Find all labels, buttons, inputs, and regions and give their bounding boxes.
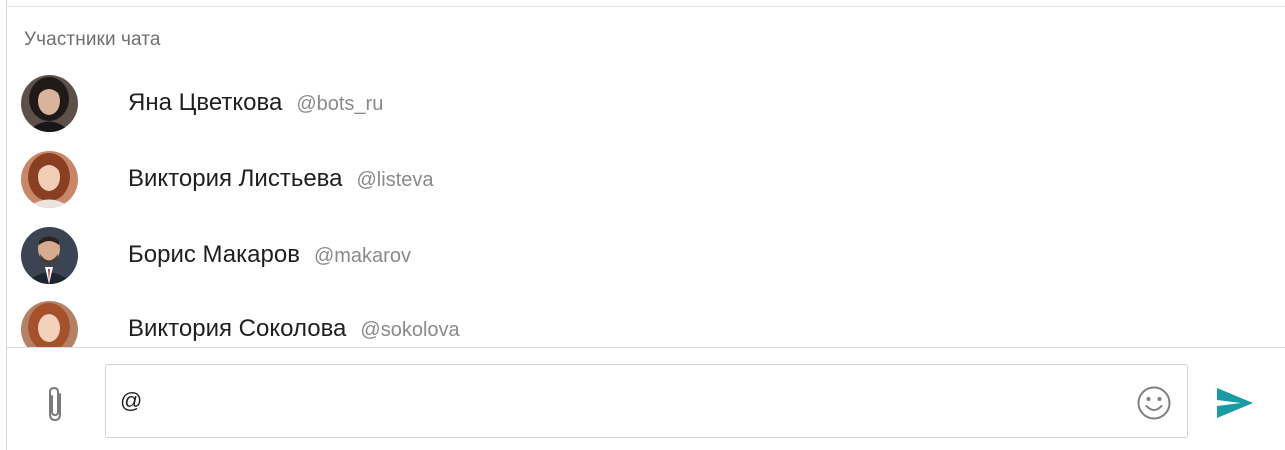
- avatar: [21, 227, 78, 284]
- member-handle: @bots_ru: [296, 93, 384, 115]
- member-handle: @sokolova: [360, 319, 460, 341]
- member-label: Борис Макаров @makarov: [128, 241, 411, 269]
- message-input[interactable]: [120, 383, 1120, 419]
- chat-window: Участники чата Яна Цветкова @bots_ru Вик…: [0, 0, 1285, 450]
- member-name: Борис Макаров: [128, 241, 300, 268]
- mention-suggestions-panel: Участники чата Яна Цветкова @bots_ru Вик…: [7, 7, 1285, 347]
- member-name: Яна Цветкова: [128, 89, 283, 116]
- smiley-icon[interactable]: [1136, 385, 1172, 421]
- mention-panel-title: Участники чата: [24, 29, 161, 50]
- paperclip-icon[interactable]: [43, 384, 67, 424]
- avatar: [21, 301, 78, 347]
- message-input-box[interactable]: [105, 364, 1188, 438]
- member-label: Яна Цветкова @bots_ru: [128, 89, 383, 117]
- member-row-tsvetkova[interactable]: Яна Цветкова @bots_ru: [7, 65, 1285, 141]
- member-name: Виктория Листьева: [128, 165, 343, 192]
- message-composer: [7, 348, 1285, 450]
- member-name: Виктория Соколова: [128, 315, 347, 342]
- member-label: Виктория Соколова @sokolova: [128, 315, 460, 343]
- member-handle: @listeva: [356, 169, 434, 191]
- avatar: [21, 75, 78, 132]
- member-row-sokolova[interactable]: Виктория Соколова @sokolova: [7, 291, 1285, 347]
- send-arrow-icon[interactable]: [1213, 384, 1257, 422]
- member-handle: @makarov: [313, 245, 411, 267]
- member-row-listeva[interactable]: Виктория Листьева @listeva: [7, 141, 1285, 217]
- member-label: Виктория Листьева @listeva: [128, 165, 434, 193]
- member-row-makarov[interactable]: Борис Макаров @makarov: [7, 217, 1285, 293]
- avatar: [21, 151, 78, 208]
